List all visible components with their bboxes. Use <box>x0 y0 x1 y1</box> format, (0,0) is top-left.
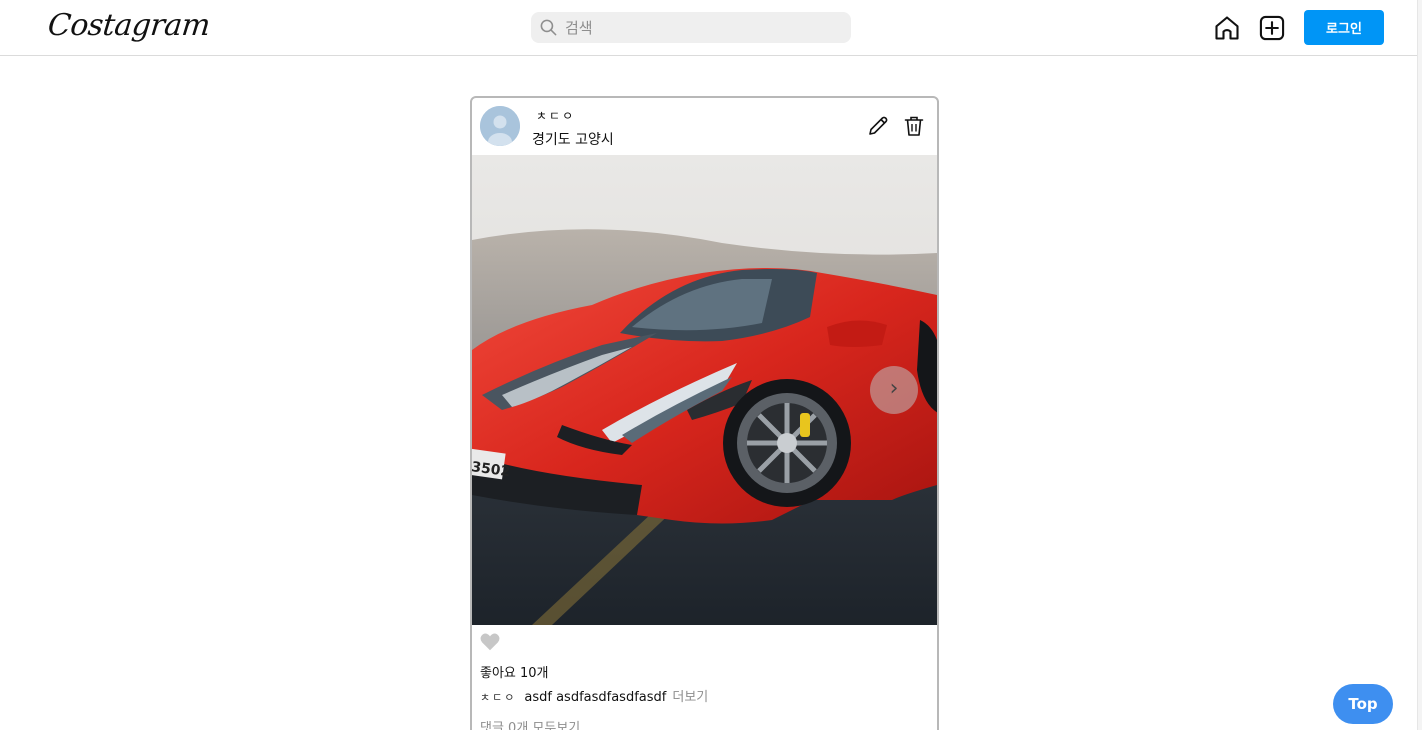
view-comments-link[interactable]: 댓글 0개 모두보기 <box>480 717 580 730</box>
post-username[interactable]: ㅊㄷㅇ <box>536 107 575 124</box>
caption-text: asdf asdfasdfasdfasdf <box>524 690 667 705</box>
post-location: 경기도 고양시 <box>532 132 614 148</box>
default-avatar-icon <box>480 106 520 146</box>
app-logo[interactable]: Costagram <box>46 8 211 43</box>
scrollbar[interactable] <box>1417 0 1422 730</box>
pencil-icon[interactable] <box>866 114 890 138</box>
post-header: ㅊㄷㅇ 경기도 고양시 <box>472 98 937 155</box>
likes-count: 좋아요 10개 <box>480 666 549 681</box>
trash-icon[interactable] <box>902 114 926 138</box>
top-header: Costagram 로그인 <box>0 0 1422 56</box>
scroll-top-button[interactable]: Top <box>1333 684 1393 724</box>
post-card: ㅊㄷㅇ 경기도 고양시 3502 › 좋아요 10개 ㅊㄷㅇ asdf asdf… <box>470 96 939 730</box>
next-photo-button[interactable]: › <box>870 366 918 414</box>
search-icon <box>540 19 557 36</box>
heart-icon[interactable] <box>479 631 501 653</box>
post-caption: ㅊㄷㅇ asdf asdfasdfasdfasdf 더보기 <box>480 686 708 705</box>
more-link[interactable]: 더보기 <box>672 690 708 705</box>
search-bar[interactable] <box>531 12 851 43</box>
avatar[interactable] <box>480 106 520 146</box>
sports-car-photo: 3502 <box>472 155 937 625</box>
home-icon[interactable] <box>1213 14 1241 42</box>
caption-username[interactable]: ㅊㄷㅇ <box>480 691 516 704</box>
post-photo[interactable]: 3502 › <box>472 155 937 625</box>
add-square-icon[interactable] <box>1258 14 1286 42</box>
login-button[interactable]: 로그인 <box>1304 10 1384 45</box>
search-input[interactable] <box>565 12 845 43</box>
